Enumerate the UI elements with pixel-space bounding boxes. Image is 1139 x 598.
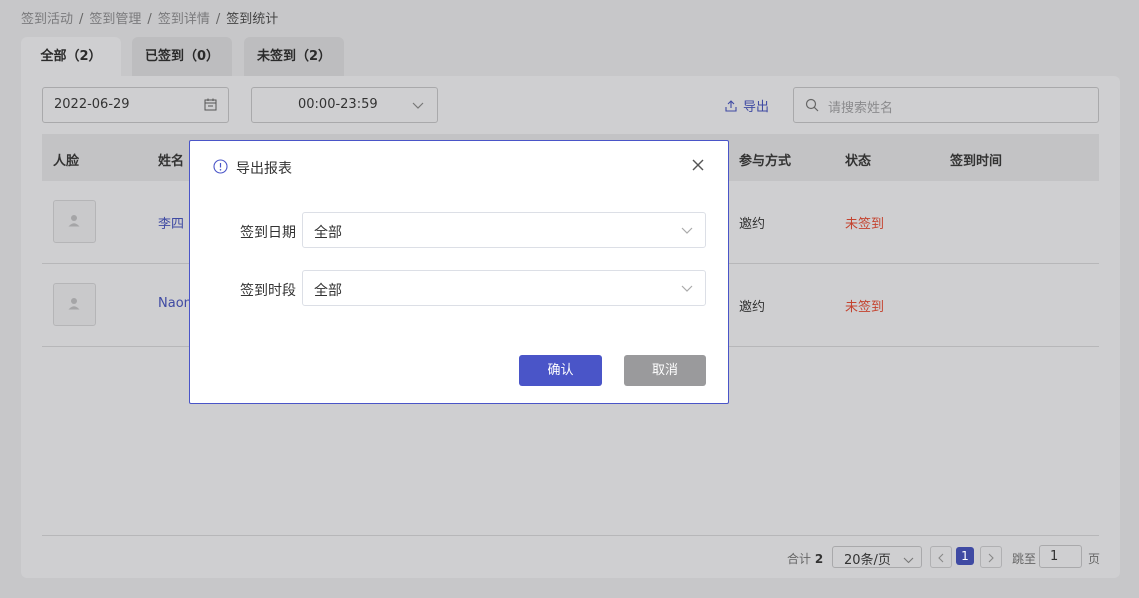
chevron-down-icon xyxy=(412,99,424,114)
breadcrumb-item-detail[interactable]: 签到详情 xyxy=(158,12,210,27)
breadcrumb-item-management[interactable]: 签到管理 xyxy=(89,12,141,27)
total-value: 2 xyxy=(814,552,824,566)
jump-label: 跳至 xyxy=(1012,552,1037,566)
total-count: 合计 2 xyxy=(787,550,823,567)
calendar-icon xyxy=(204,98,217,115)
user-icon xyxy=(68,214,80,231)
dialog-title: 导出报表 xyxy=(236,161,292,177)
breadcrumb: 签到活动 / 签到管理 / 签到详情 / 签到统计 xyxy=(21,8,278,27)
export-label: 导出 xyxy=(743,100,770,115)
search-placeholder: 请搜索姓名 xyxy=(828,101,894,116)
info-icon xyxy=(213,159,228,178)
jump-page-value: 1 xyxy=(1050,549,1059,564)
date-picker[interactable]: 2022-06-29 xyxy=(42,87,229,123)
table-footer-divider xyxy=(42,535,1099,536)
prev-page-button[interactable] xyxy=(930,546,952,568)
breadcrumb-item-activity[interactable]: 签到活动 xyxy=(21,12,73,27)
sign-date-value: 全部 xyxy=(314,225,342,241)
page-size-value: 20条/页 xyxy=(844,553,891,568)
export-report-dialog: 导出报表 签到日期 全部 签到时段 全部 确认 取消 xyxy=(189,140,729,404)
column-header-status: 状态 xyxy=(845,154,872,169)
page-size-select[interactable]: 20条/页 xyxy=(832,546,922,568)
row-method: 邀约 xyxy=(739,217,766,232)
chevron-left-icon xyxy=(938,552,944,567)
tab-unsigned[interactable]: 未签到（2） xyxy=(244,37,344,76)
row-status: 未签到 xyxy=(845,217,885,232)
column-header-method: 参与方式 xyxy=(739,154,792,169)
page-unit-label: 页 xyxy=(1088,552,1101,566)
breadcrumb-item-statistics: 签到统计 xyxy=(226,12,279,27)
avatar xyxy=(53,283,96,326)
avatar xyxy=(53,200,96,243)
confirm-button[interactable]: 确认 xyxy=(519,355,602,386)
row-status: 未签到 xyxy=(845,300,885,315)
page-number-current[interactable]: 1 xyxy=(956,547,974,565)
row-name-link[interactable]: Naon xyxy=(158,296,192,311)
upload-icon xyxy=(725,100,737,116)
breadcrumb-separator: / xyxy=(147,12,152,27)
sign-period-select[interactable]: 全部 xyxy=(302,270,706,306)
chevron-down-icon xyxy=(903,553,914,568)
date-value: 2022-06-29 xyxy=(54,97,130,112)
column-header-face: 人脸 xyxy=(53,154,80,169)
column-header-time: 签到时间 xyxy=(950,154,1003,169)
tab-all[interactable]: 全部（2） xyxy=(21,37,121,76)
tab-signed[interactable]: 已签到（0） xyxy=(132,37,232,76)
row-name-link[interactable]: 李四 xyxy=(158,213,184,232)
next-page-button[interactable] xyxy=(980,546,1002,568)
search-icon xyxy=(805,98,819,116)
chevron-right-icon xyxy=(988,552,994,567)
user-icon xyxy=(68,297,80,314)
sign-date-select[interactable]: 全部 xyxy=(302,212,706,248)
close-icon[interactable] xyxy=(691,158,705,176)
search-input[interactable]: 请搜索姓名 xyxy=(793,87,1099,123)
row-method: 邀约 xyxy=(739,300,766,315)
export-button[interactable]: 导出 xyxy=(725,96,769,116)
sign-date-label: 签到日期 xyxy=(240,225,296,241)
time-range-value: 00:00-23:59 xyxy=(298,97,378,112)
chevron-down-icon xyxy=(681,282,693,297)
chevron-down-icon xyxy=(681,224,693,239)
jump-page-input[interactable]: 1 xyxy=(1039,545,1082,568)
sign-period-label: 签到时段 xyxy=(240,283,296,299)
total-label: 合计 xyxy=(787,552,812,566)
sign-period-value: 全部 xyxy=(314,283,342,299)
breadcrumb-separator: / xyxy=(79,12,84,27)
breadcrumb-separator: / xyxy=(215,12,221,27)
time-range-select[interactable]: 00:00-23:59 xyxy=(251,87,438,123)
cancel-button[interactable]: 取消 xyxy=(624,355,706,386)
column-header-name: 姓名 xyxy=(158,154,185,169)
